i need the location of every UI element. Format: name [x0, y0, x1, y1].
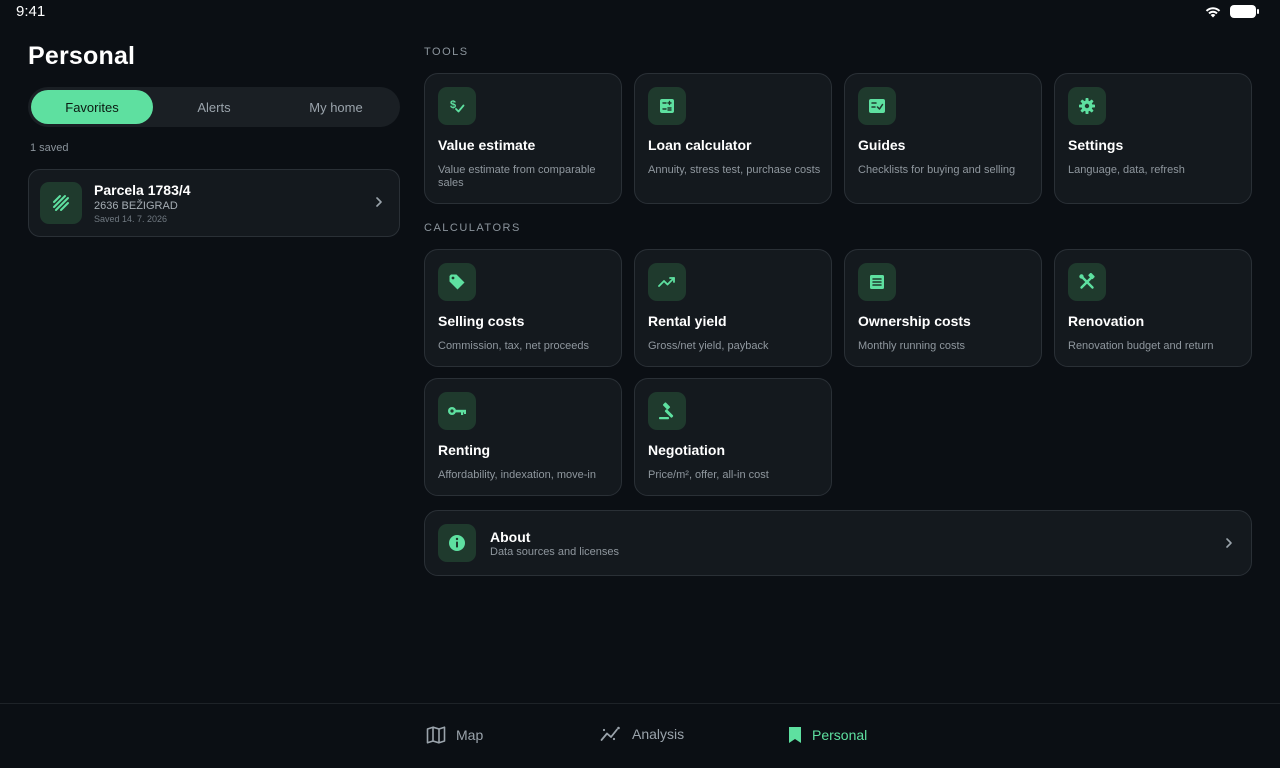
calc-card-rental-yield[interactable]: Rental yield Gross/net yield, payback: [634, 249, 832, 367]
status-time: 9:41: [16, 3, 46, 20]
card-title: Renovation: [1068, 313, 1145, 329]
tools-icon: [1068, 263, 1106, 301]
nav-item-map[interactable]: Map: [426, 726, 483, 744]
page-title: Personal: [28, 42, 136, 70]
card-description: Affordability, indexation, move-in: [438, 469, 596, 481]
card-description: Commission, tax, net proceeds: [438, 340, 590, 352]
analytics-icon: [600, 726, 620, 741]
checklist-icon: [858, 87, 896, 125]
tab-favorites[interactable]: Favorites: [31, 90, 153, 124]
calc-card-selling-costs[interactable]: Selling costs Commission, tax, net proce…: [424, 249, 622, 367]
map-icon: [426, 726, 446, 744]
tool-card-loan-calculator[interactable]: Loan calculator Annuity, stress test, pu…: [634, 73, 832, 204]
card-description: Gross/net yield, payback: [648, 340, 769, 352]
calculator-icon: [648, 87, 686, 125]
calc-card-renovation[interactable]: Renovation Renovation budget and return: [1054, 249, 1252, 367]
card-title: Negotiation: [648, 442, 725, 458]
card-description: Price/m², offer, all-in cost: [648, 469, 769, 481]
card-description: Annuity, stress test, purchase costs: [648, 164, 821, 176]
nav-item-analysis[interactable]: Analysis: [600, 726, 684, 742]
tool-card-guides[interactable]: Guides Checklists for buying and selling: [844, 73, 1042, 204]
wifi-icon: [1205, 7, 1221, 18]
favorite-saved-date: Saved 14. 7. 2026: [94, 214, 168, 224]
segmented-control: Favorites Alerts My home: [28, 87, 400, 127]
about-title: About: [490, 529, 531, 545]
bookmark-icon: [789, 727, 801, 743]
tag-icon: [438, 263, 476, 301]
gavel-icon: [648, 392, 686, 430]
card-description: Language, data, refresh: [1068, 164, 1185, 176]
tool-card-value-estimate[interactable]: $ Value estimate Value estimate from com…: [424, 73, 622, 204]
favorite-title: Parcela 1783/4: [94, 182, 191, 198]
card-title: Guides: [858, 137, 906, 153]
calc-card-ownership-costs[interactable]: Ownership costs Monthly running costs: [844, 249, 1042, 367]
nav-label: Personal: [812, 727, 868, 743]
receipt-icon: [858, 263, 896, 301]
card-title: Loan calculator: [648, 137, 752, 153]
card-title: Settings: [1068, 137, 1124, 153]
card-description: Renovation budget and return: [1068, 340, 1214, 352]
key-icon: [438, 392, 476, 430]
bottom-nav: Map Analysis Personal: [0, 703, 1280, 768]
info-icon: [438, 524, 476, 562]
tab-alerts[interactable]: Alerts: [153, 90, 275, 124]
gear-icon: [1068, 87, 1106, 125]
section-label-tools: TOOLS: [424, 46, 469, 58]
about-subtitle: Data sources and licenses: [490, 546, 620, 558]
nav-label: Analysis: [632, 726, 685, 742]
nav-label: Map: [456, 727, 484, 743]
battery-icon: [1230, 5, 1259, 18]
calc-card-renting[interactable]: Renting Affordability, indexation, move-…: [424, 378, 622, 496]
card-description: Value estimate from comparable sales: [438, 164, 596, 189]
favorite-item[interactable]: Parcela 1783/4 2636 BEŽIGRAD Saved 14. 7…: [28, 169, 400, 237]
chevron-right-icon: [376, 197, 382, 207]
about-row[interactable]: About Data sources and licenses: [424, 510, 1252, 576]
saved-count: 1 saved: [30, 142, 69, 154]
card-title: Selling costs: [438, 313, 525, 329]
card-title: Rental yield: [648, 313, 727, 329]
tab-my-home[interactable]: My home: [275, 90, 397, 124]
card-title: Renting: [438, 442, 491, 458]
card-title: Value estimate: [438, 137, 536, 153]
trending-up-icon: [648, 263, 686, 301]
parcel-hatch-icon: [40, 182, 82, 224]
section-label-calculators: CALCULATORS: [424, 222, 521, 234]
tool-card-settings[interactable]: Settings Language, data, refresh: [1054, 73, 1252, 204]
favorite-subtitle: 2636 BEŽIGRAD: [94, 200, 178, 212]
nav-item-personal[interactable]: Personal: [788, 726, 867, 744]
status-bar: 9:41: [0, 0, 1280, 24]
chevron-right-icon: [1226, 538, 1232, 548]
card-description: Checklists for buying and selling: [858, 164, 1016, 176]
card-description: Monthly running costs: [858, 340, 965, 352]
price-check-icon: $: [438, 87, 476, 125]
calc-card-negotiation[interactable]: Negotiation Price/m², offer, all-in cost: [634, 378, 832, 496]
card-title: Ownership costs: [858, 313, 971, 329]
